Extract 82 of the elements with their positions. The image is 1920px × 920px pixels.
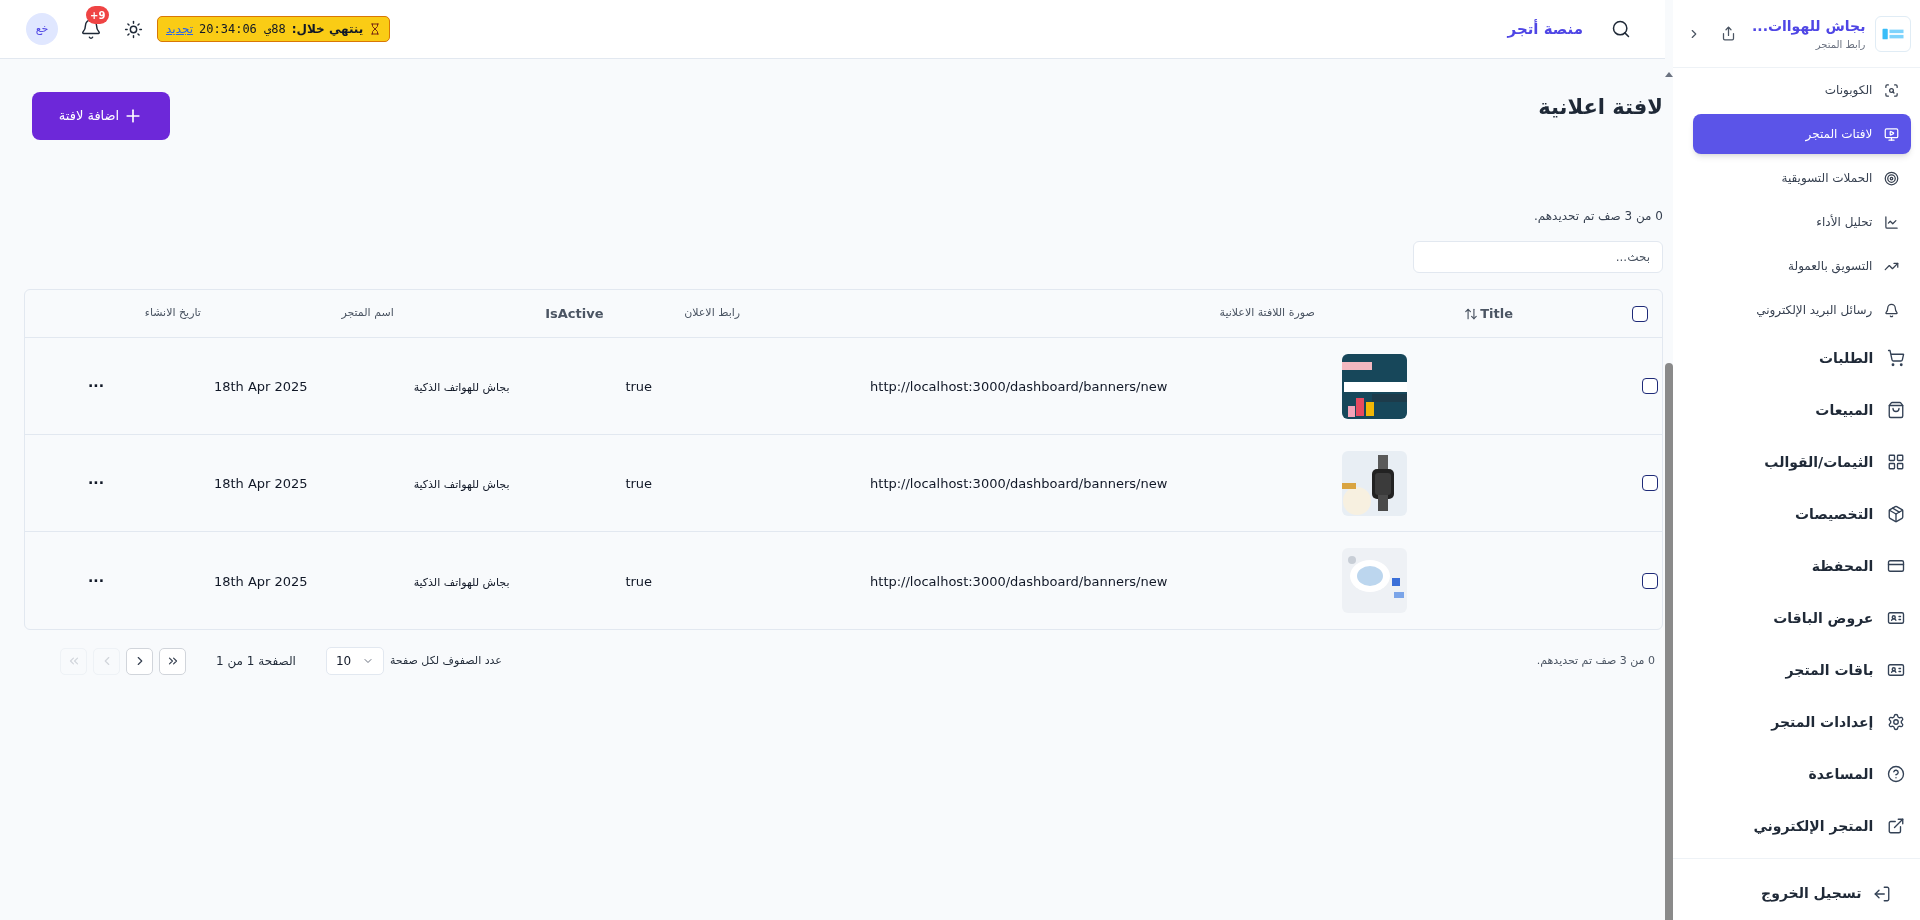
id-card-icon bbox=[1887, 661, 1906, 679]
checkbox[interactable] bbox=[1642, 572, 1658, 589]
nav-item[interactable]: الكوبونات bbox=[1693, 70, 1912, 110]
monitor-icon bbox=[1884, 126, 1900, 142]
bell-icon[interactable] bbox=[80, 18, 102, 40]
nav-item[interactable]: الطلبات bbox=[1673, 332, 1908, 384]
logout-button[interactable]: تسجيل الخروج bbox=[1761, 883, 1892, 904]
nav-item[interactable]: لافتات المتجر bbox=[1693, 114, 1912, 154]
nav-item[interactable]: إعدادات المتجر bbox=[1673, 696, 1908, 748]
logout-icon bbox=[1873, 884, 1892, 903]
more-button[interactable]: ··· bbox=[88, 475, 104, 491]
checkbox[interactable] bbox=[1642, 475, 1658, 491]
table-cell: 18th Apr 2025 bbox=[213, 573, 308, 589]
column-header: رابط الاعلان bbox=[684, 305, 741, 322]
checkbox[interactable] bbox=[1642, 378, 1658, 394]
pager-button[interactable] bbox=[159, 647, 186, 675]
nav-item[interactable]: الثيمات/القوالب bbox=[1673, 436, 1908, 488]
nav-item[interactable]: المحفظة bbox=[1673, 540, 1908, 592]
table-cell: true bbox=[625, 476, 653, 491]
id-card-icon bbox=[1887, 609, 1906, 627]
column-header: تاريخ الانشاء bbox=[144, 305, 201, 322]
nav-item[interactable]: التسويق بالعمولة bbox=[1693, 246, 1912, 286]
scan-icon bbox=[1884, 82, 1900, 98]
store-name: بجاش للهواات... bbox=[1752, 16, 1866, 37]
cart-icon bbox=[1887, 349, 1906, 367]
more-button[interactable]: ··· bbox=[88, 378, 104, 394]
hourglass-icon bbox=[369, 23, 382, 35]
checkbox[interactable] bbox=[1631, 305, 1648, 322]
expiry-label: ينتهي خلال: bbox=[291, 21, 364, 38]
grid-icon bbox=[1887, 453, 1906, 471]
share-icon[interactable] bbox=[1721, 26, 1736, 41]
scrollbar[interactable] bbox=[1665, 0, 1673, 920]
nav-item[interactable]: رسائل البريد الإلكتروني bbox=[1693, 290, 1912, 330]
box-icon bbox=[1887, 505, 1906, 523]
nav-item[interactable]: المتجر الإلكتروني bbox=[1673, 800, 1908, 852]
table-cell: http://localhost:3000/dashboard/banners/new bbox=[870, 379, 1168, 394]
table-cell: 18th Apr 2025 bbox=[213, 476, 308, 491]
rows-per-page-label: عدد الصفوف لكل صفحة bbox=[389, 652, 502, 669]
nav-item[interactable]: الحملات التسويقية bbox=[1693, 158, 1912, 198]
store-link[interactable]: رابط المتجر bbox=[1752, 36, 1866, 52]
sun-icon[interactable] bbox=[124, 19, 143, 39]
column-header: IsActive bbox=[545, 304, 604, 323]
nav-item[interactable]: تحليل الأداء bbox=[1693, 202, 1912, 242]
external-link-icon bbox=[1887, 817, 1906, 835]
selection-summary: 0 من 3 صف تم تحديدهم. bbox=[1533, 208, 1663, 225]
nav-item[interactable]: عروض الباقات bbox=[1673, 592, 1908, 644]
help-icon bbox=[1887, 765, 1906, 783]
line-chart-icon bbox=[1884, 214, 1900, 230]
avatar[interactable]: خع bbox=[26, 13, 58, 45]
bag-icon bbox=[1887, 401, 1906, 419]
column-header: صورة اللافتة الاعلانية bbox=[1219, 305, 1315, 322]
table-cell: true bbox=[625, 379, 653, 394]
add-banner-button[interactable]: اضافة لافتة bbox=[32, 92, 170, 140]
target-icon bbox=[1884, 170, 1900, 186]
column-header[interactable]: Title bbox=[1464, 303, 1513, 324]
rows-per-page-select[interactable]: 10 bbox=[325, 647, 384, 675]
store-logo bbox=[1875, 15, 1912, 52]
table-cell: http://localhost:3000/dashboard/banners/new bbox=[870, 476, 1168, 491]
platform-link[interactable]: منصة أتجر bbox=[1507, 17, 1583, 41]
nav-item[interactable]: التخصيصات bbox=[1673, 488, 1908, 540]
bell-icon bbox=[1884, 302, 1900, 318]
card-icon bbox=[1887, 557, 1906, 575]
nav-item[interactable]: باقات المتجر bbox=[1673, 644, 1908, 696]
selection-summary: 0 من 3 صف تم تحديدهم. bbox=[1536, 652, 1655, 669]
table-cell: بجاش للهواتف الذكية bbox=[413, 381, 510, 394]
table-cell: http://localhost:3000/dashboard/banners/new bbox=[870, 573, 1168, 589]
table-cell: بجاش للهواتف الذكية bbox=[413, 478, 510, 491]
table-cell: true bbox=[625, 573, 653, 589]
countdown: 88ي 20:34:06 bbox=[199, 21, 286, 38]
page-title: لافتة اعلانية bbox=[1538, 94, 1663, 121]
more-button[interactable]: ··· bbox=[88, 572, 104, 589]
page-info: الصفحة 1 من 1 bbox=[216, 653, 296, 670]
column-header: اسم المتجر bbox=[341, 305, 394, 322]
settings-icon bbox=[1887, 713, 1906, 731]
search-field[interactable]: بحث... bbox=[1413, 241, 1663, 273]
table-cell: 18th Apr 2025 bbox=[213, 379, 308, 394]
sort-icon bbox=[1464, 306, 1479, 321]
table-cell: بجاش للهواتف الذكية bbox=[413, 575, 510, 589]
nav-item[interactable]: المبيعات bbox=[1673, 384, 1908, 436]
search-icon[interactable] bbox=[1611, 19, 1631, 39]
notification-badge: +9 bbox=[86, 6, 110, 24]
nav-item[interactable]: المساعدة bbox=[1673, 748, 1908, 800]
